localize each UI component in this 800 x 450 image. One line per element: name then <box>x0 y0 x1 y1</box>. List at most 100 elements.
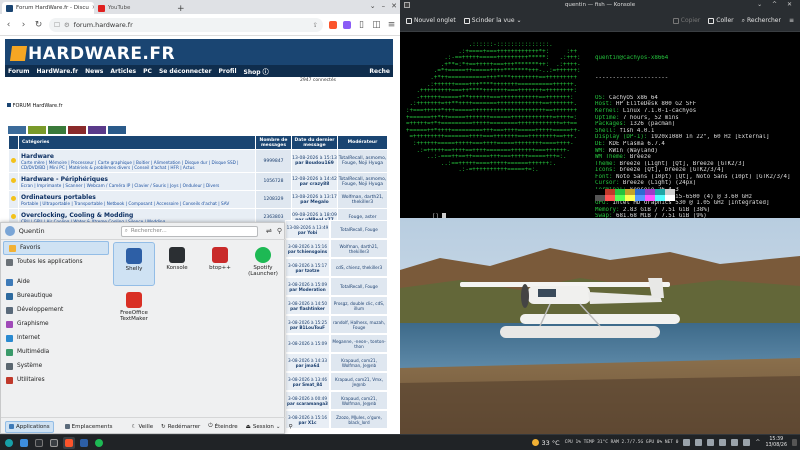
task-spotify[interactable] <box>93 437 105 449</box>
category-multimedia[interactable]: Multimédia <box>1 345 111 359</box>
cat-button[interactable] <box>48 126 66 134</box>
category-aide[interactable]: Aide <box>1 275 111 289</box>
app-textmaker[interactable]: FreeOffice TextMaker <box>113 287 155 331</box>
task-settings[interactable] <box>48 437 60 449</box>
cat-button[interactable] <box>88 126 106 134</box>
cat-button[interactable] <box>68 126 86 134</box>
app-btop[interactable]: btop++ <box>199 242 241 286</box>
forward-icon[interactable]: › <box>19 20 28 30</box>
pin-launcher-icon[interactable]: ⚲ <box>288 424 292 430</box>
menu-search[interactable]: Reche <box>369 68 390 75</box>
last-message[interactable]: 3-08-2026 à 00:49 par scaramanga3 <box>285 391 330 410</box>
reload-icon[interactable]: ↻ <box>34 20 43 30</box>
share-icon[interactable]: ⇪ <box>313 21 318 29</box>
last-message[interactable]: 3-08-2026 à 15:16 par tchiensgoins <box>285 239 330 258</box>
brave-rewards-icon[interactable] <box>343 20 351 29</box>
app-konsole[interactable]: Konsole <box>156 242 198 286</box>
hamburger-menu-icon[interactable]: ≡ <box>789 17 794 24</box>
forum-title[interactable]: Hardware <box>21 153 253 160</box>
menu-news[interactable]: News <box>85 68 103 75</box>
category-bureautique[interactable]: Bureautique <box>1 289 111 303</box>
split-view-button[interactable]: Scinder la vue ⌄ <box>463 17 522 24</box>
tab-list-button[interactable]: ⌄ <box>370 2 376 10</box>
forum-subcats[interactable]: Ecran | Imprimante | Scanner | Webcam / … <box>21 183 253 188</box>
task-file-manager[interactable] <box>18 437 30 449</box>
keyboard-icon[interactable] <box>743 439 751 446</box>
menu-hardware[interactable]: HardWare.fr <box>36 68 78 75</box>
volume-icon[interactable] <box>695 439 703 446</box>
shutdown-button[interactable]: ⏻ Éteindre <box>208 423 237 430</box>
menu-forum[interactable]: Forum <box>8 68 29 75</box>
app-spotify[interactable]: Spotify (Launcher) <box>242 242 284 286</box>
category-graphisme[interactable]: Graphisme <box>1 317 111 331</box>
forum-subcats[interactable]: Portable | Ultraportable | Transportable… <box>21 201 253 206</box>
category-favoris[interactable]: Favoris <box>3 241 109 255</box>
task-brave[interactable] <box>63 436 75 449</box>
restart-button[interactable]: ↻ Redémarrer <box>161 424 200 430</box>
session-button[interactable]: ⏏ Session ⌄ <box>246 424 281 430</box>
copy-button[interactable]: Copier <box>672 17 700 24</box>
hfr-logo[interactable]: HARDWARE.FR <box>9 44 175 64</box>
last-message[interactable]: 13-08-2026 à 13:49 par Yobi <box>285 220 330 239</box>
forum-breadcrumb[interactable]: FORUM HardWare.fr <box>7 103 63 109</box>
last-message[interactable]: 3-08-2026 à 15:17 par tzotze <box>285 258 330 277</box>
last-message[interactable]: 3-08-2026 à 14:33 par jma64 <box>285 353 330 372</box>
task-shelly[interactable] <box>78 437 90 449</box>
window-controls[interactable]: ⌄ ^ ✕ <box>757 0 796 10</box>
last-message[interactable]: 3-08-2026 à 15:09 <box>285 334 330 353</box>
forum-title[interactable]: Ordinateurs portables <box>21 194 253 201</box>
brave-shields-icon[interactable] <box>329 20 337 29</box>
new-tab-button[interactable]: Nouvel onglet <box>406 17 456 24</box>
tab-youtube[interactable]: YouTube <box>94 2 174 14</box>
last-message[interactable]: 3-08-2026 à 14:50 par flashtinker <box>285 296 330 315</box>
tab-places[interactable]: Emplacements <box>62 422 116 432</box>
sidebar-icon[interactable]: ▯ <box>357 20 366 30</box>
tray-expand-icon[interactable]: ^ <box>755 439 760 446</box>
bluetooth-icon[interactable] <box>719 439 727 446</box>
search-input[interactable]: ⌕ Rechercher... <box>120 225 258 237</box>
last-message[interactable]: 3-08-2026 à 15:25 par B1LouTouF <box>285 315 330 334</box>
last-message[interactable]: 13-08-2026 à 13:17 par Megalo <box>291 190 338 209</box>
site-info-icon[interactable]: ⚙ <box>64 21 70 29</box>
avatar[interactable] <box>5 226 15 236</box>
clipboard-icon[interactable] <box>731 439 739 446</box>
last-message[interactable]: 3-08-2026 à 15:09 par Moderation <box>285 277 330 296</box>
last-message[interactable]: 13-08-2026 à 15:13 par Boudou169 <box>291 149 338 173</box>
url-field[interactable]: ☐ ⚙ forum.hardware.fr ⇪ <box>49 17 323 32</box>
category-internet[interactable]: Internet <box>1 331 111 345</box>
menu-profil[interactable]: Profil <box>219 68 237 75</box>
menu-logout[interactable]: Se déconnecter <box>159 68 212 75</box>
notifications-icon[interactable] <box>683 439 691 446</box>
menu-pc[interactable]: PC <box>143 68 152 75</box>
network-icon[interactable] <box>707 439 715 446</box>
configure-icon[interactable]: ⇌ <box>266 227 272 235</box>
category-systeme[interactable]: Système <box>1 359 111 373</box>
menu-articles[interactable]: Articles <box>110 68 136 75</box>
category-all[interactable]: Toutes les applications <box>1 255 111 269</box>
last-message[interactable]: 12-08-2026 à 14:42 par crazy88 <box>291 172 338 191</box>
sleep-button[interactable]: ☾ Veille <box>132 424 154 430</box>
search-button[interactable]: ⌕ Rechercher <box>742 17 781 25</box>
forum-subcats[interactable]: Carte mère | Mémoire | Processeur | Cart… <box>21 160 253 170</box>
pin-icon[interactable]: ⚲ <box>277 227 282 235</box>
tab-applications[interactable]: Applications <box>5 420 54 433</box>
task-terminal[interactable] <box>33 437 45 449</box>
weather-widget[interactable]: 33 °C <box>532 439 560 447</box>
forum-title[interactable]: Overclocking, Cooling & Modding <box>21 212 253 219</box>
paste-button[interactable]: Coller <box>708 17 734 24</box>
bookmark-icon[interactable]: ☐ <box>54 21 60 29</box>
back-icon[interactable]: ‹ <box>4 20 13 30</box>
terminal-output[interactable]: .::::::-:::::::::::::::. .:+====+===++++… <box>400 32 800 218</box>
minimize-button[interactable]: – <box>382 2 386 10</box>
app-shelly[interactable]: Shelly <box>113 242 155 286</box>
forum-title[interactable]: Hardware - Périphériques <box>21 176 253 183</box>
shell-prompt[interactable]: [] <box>404 206 447 218</box>
cat-button[interactable] <box>8 126 26 134</box>
cat-button[interactable] <box>108 126 126 134</box>
menu-icon[interactable]: ≡ <box>387 20 396 30</box>
cat-button[interactable] <box>28 126 46 134</box>
close-window-button[interactable]: ✕ <box>391 2 397 10</box>
show-desktop-button[interactable] <box>792 439 797 446</box>
clock[interactable]: 15:39 13/08/26 <box>765 437 787 448</box>
wallet-icon[interactable]: ◫ <box>372 20 381 30</box>
